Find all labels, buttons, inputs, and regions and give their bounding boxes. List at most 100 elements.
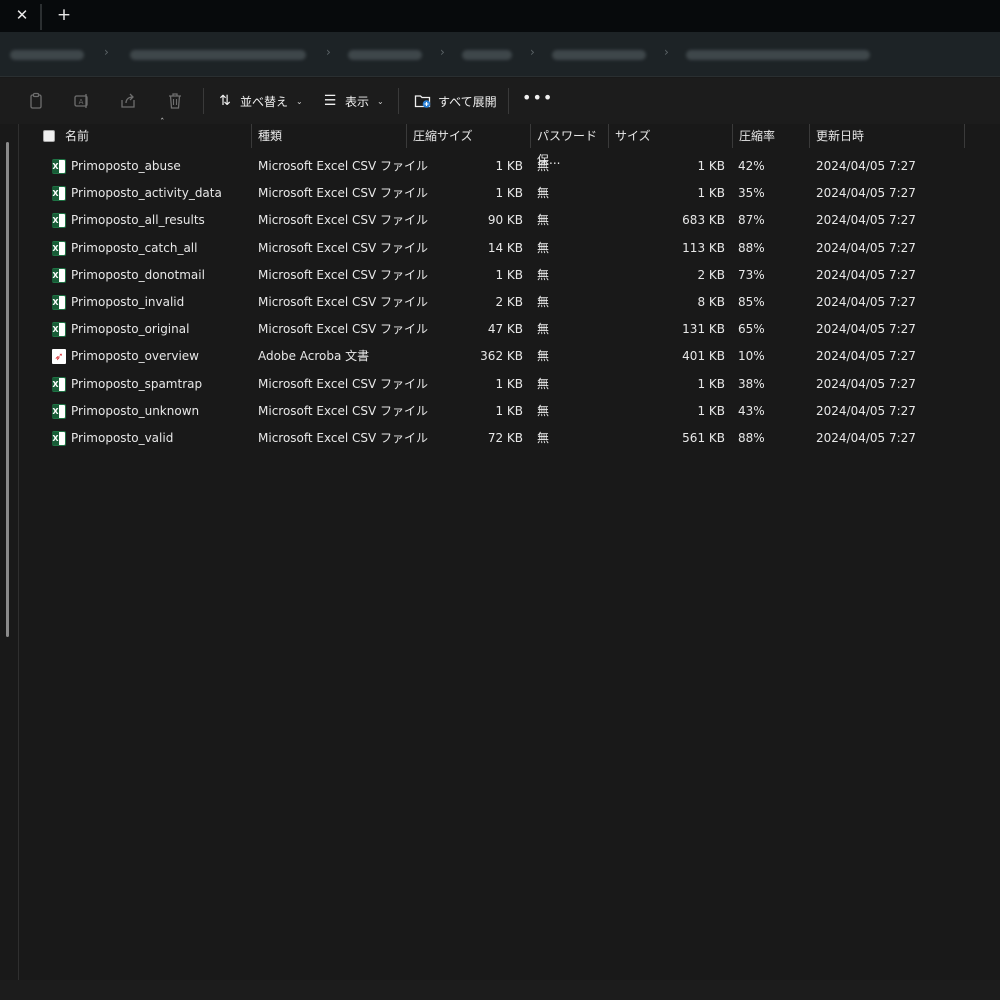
sort-button[interactable]: ⇅ 並べ替え ⌄ [216, 90, 303, 112]
file-ratio: 10% [738, 349, 765, 364]
file-compressed-size: 362 KB [480, 349, 523, 364]
file-modified: 2024/04/05 7:27 [816, 294, 916, 309]
file-compressed-size: 1 KB [495, 403, 523, 418]
column-header-ratio[interactable]: 圧縮率 [733, 124, 809, 148]
file-type: Microsoft Excel CSV ファイル [258, 267, 429, 282]
file-row[interactable]: Primoposto_donotmail Microsoft Excel CSV… [19, 262, 1000, 289]
toolbar-divider [203, 88, 204, 114]
column-divider[interactable] [964, 124, 965, 148]
file-name: Primoposto_all_results [71, 213, 205, 228]
chevron-right-icon: › [664, 45, 669, 59]
file-row[interactable]: Primoposto_valid Microsoft Excel CSV ファイ… [19, 425, 1000, 452]
view-label: 表示 [345, 94, 370, 109]
file-compressed-size: 1 KB [495, 267, 523, 282]
new-tab-icon[interactable]: + [54, 5, 74, 25]
column-header-modified[interactable]: 更新日時 [810, 124, 964, 148]
command-bar: A ⇅ 並べ替え ⌄ ☰ 表示 ⌄ すべて展開 ••• [0, 78, 1000, 124]
file-modified: 2024/04/05 7:27 [816, 159, 916, 173]
expand-all-label: すべて展開 [438, 94, 497, 109]
sort-label: 並べ替え [240, 94, 289, 109]
view-button[interactable]: ☰ 表示 ⌄ [321, 90, 384, 112]
file-password: 無 [537, 186, 550, 201]
file-password: 無 [537, 159, 550, 173]
more-options-button[interactable]: ••• [522, 90, 552, 110]
file-row[interactable]: Primoposto_activity_data Microsoft Excel… [19, 180, 1000, 207]
column-header-row: ˆ 名前 種類 圧縮サイズ パスワード保... サイズ 圧縮率 更新日時 [19, 118, 1000, 167]
breadcrumb-segment[interactable] [686, 50, 870, 60]
excel-file-icon [52, 159, 66, 174]
column-header-password[interactable]: パスワード保... [531, 124, 608, 167]
file-row[interactable]: Primoposto_all_results Microsoft Excel C… [19, 207, 1000, 234]
tab-strip: ✕ + [0, 0, 1000, 32]
file-list: Primoposto_abuse Microsoft Excel CSV ファイ… [19, 153, 1000, 452]
file-name: Primoposto_unknown [71, 403, 200, 418]
file-name: Primoposto_activity_data [71, 186, 222, 201]
file-ratio: 88% [738, 240, 765, 255]
file-password: 無 [537, 322, 550, 337]
file-ratio: 43% [738, 403, 765, 418]
rename-icon[interactable]: A [72, 91, 92, 111]
file-type: Microsoft Excel CSV ファイル [258, 213, 429, 228]
delete-icon[interactable] [165, 91, 185, 111]
breadcrumb-segment[interactable] [462, 50, 512, 60]
sort-icon: ⇅ [219, 93, 231, 109]
file-ratio: 38% [738, 376, 765, 391]
file-row[interactable]: Primoposto_original Microsoft Excel CSV … [19, 316, 1000, 343]
file-name: Primoposto_overview [71, 349, 199, 364]
column-header-type[interactable]: 種類 [252, 124, 406, 148]
view-icon: ☰ [323, 93, 337, 109]
toolbar-divider [398, 88, 399, 114]
column-header-size[interactable]: サイズ [609, 124, 732, 148]
file-size: 2 KB [697, 267, 725, 282]
scrollbar[interactable] [6, 142, 9, 637]
file-size: 401 KB [682, 349, 725, 364]
file-row[interactable]: Primoposto_overview Adobe Acroba 文書 362 … [19, 343, 1000, 370]
address-bar[interactable]: › › › › › [0, 32, 1000, 77]
file-password: 無 [537, 294, 550, 309]
file-compressed-size: 2 KB [495, 294, 523, 309]
excel-file-icon [52, 430, 66, 446]
column-header-name[interactable]: 名前 [59, 124, 251, 148]
breadcrumb-segment[interactable] [552, 50, 646, 60]
file-type: Microsoft Excel CSV ファイル [258, 376, 429, 391]
breadcrumb-segment[interactable] [130, 50, 306, 60]
expand-all-button[interactable]: すべて展開 [414, 90, 497, 112]
file-row[interactable]: Primoposto_catch_all Microsoft Excel CSV… [19, 235, 1000, 262]
close-tab-icon[interactable]: ✕ [12, 5, 32, 25]
column-header-compressed-size[interactable]: 圧縮サイズ [407, 124, 530, 148]
file-modified: 2024/04/05 7:27 [816, 240, 916, 255]
file-row[interactable]: Primoposto_spamtrap Microsoft Excel CSV … [19, 371, 1000, 398]
file-modified: 2024/04/05 7:27 [816, 403, 916, 418]
status-bar [0, 980, 1000, 1000]
breadcrumb-segment[interactable] [10, 50, 84, 60]
file-compressed-size: 90 KB [487, 213, 523, 228]
file-row[interactable]: Primoposto_unknown Microsoft Excel CSV フ… [19, 398, 1000, 425]
file-name: Primoposto_invalid [71, 294, 185, 309]
folder-expand-icon [414, 95, 431, 108]
excel-file-icon [52, 213, 66, 229]
file-type: Microsoft Excel CSV ファイル [258, 240, 429, 255]
file-type: Microsoft Excel CSV ファイル [258, 159, 429, 173]
paste-icon[interactable] [26, 91, 46, 111]
chevron-down-icon: ⌄ [377, 96, 384, 106]
breadcrumb-segment[interactable] [348, 50, 422, 60]
file-type: Microsoft Excel CSV ファイル [258, 430, 429, 445]
file-modified: 2024/04/05 7:27 [816, 213, 916, 228]
excel-file-icon [52, 186, 66, 202]
file-row[interactable]: Primoposto_abuse Microsoft Excel CSV ファイ… [19, 153, 1000, 180]
file-compressed-size: 14 KB [487, 240, 523, 255]
file-modified: 2024/04/05 7:27 [816, 430, 916, 445]
excel-file-icon [52, 403, 66, 419]
file-ratio: 73% [738, 267, 765, 282]
file-row[interactable]: Primoposto_invalid Microsoft Excel CSV フ… [19, 289, 1000, 316]
file-ratio: 85% [738, 294, 765, 309]
file-size: 683 KB [682, 213, 725, 228]
file-type: Adobe Acroba 文書 [258, 349, 370, 364]
file-modified: 2024/04/05 7:27 [816, 186, 916, 201]
chevron-right-icon: › [440, 45, 445, 59]
excel-file-icon [52, 294, 66, 310]
select-all-checkbox[interactable] [43, 130, 55, 142]
file-size: 1 KB [697, 159, 725, 173]
share-icon[interactable] [118, 91, 138, 111]
file-password: 無 [537, 376, 550, 391]
